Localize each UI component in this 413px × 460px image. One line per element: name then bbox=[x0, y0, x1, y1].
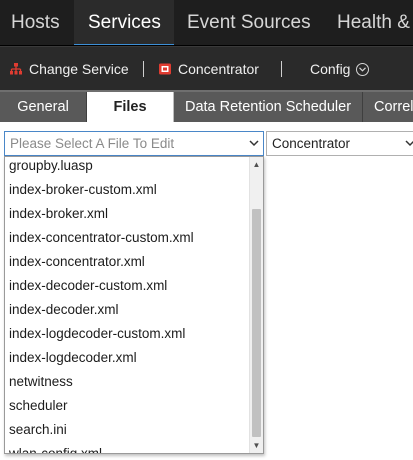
config-menu-button[interactable]: Config bbox=[310, 47, 370, 90]
file-option[interactable]: index-concentrator.xml bbox=[5, 250, 251, 274]
config-label: Config bbox=[310, 61, 351, 77]
service-select-value: Concentrator bbox=[272, 136, 351, 151]
change-service-label: Change Service bbox=[29, 61, 129, 77]
scroll-down-arrow-icon[interactable]: ▼ bbox=[250, 439, 263, 452]
file-option[interactable]: netwitness bbox=[5, 370, 251, 394]
dropdown-scrollbar[interactable]: ▲ ▼ bbox=[249, 157, 263, 453]
file-select[interactable]: Please Select A File To Edit bbox=[4, 131, 264, 156]
file-option[interactable]: index-broker.xml bbox=[5, 202, 251, 226]
file-option[interactable]: index-logdecoder-custom.xml bbox=[5, 322, 251, 346]
nav-hosts[interactable]: Hosts bbox=[0, 0, 74, 45]
scroll-up-arrow-icon[interactable]: ▲ bbox=[250, 158, 263, 171]
top-navigation: Hosts Services Event Sources Health & bbox=[0, 0, 413, 46]
file-option[interactable]: index-logdecoder.xml bbox=[5, 346, 251, 370]
nav-event-sources[interactable]: Event Sources bbox=[174, 0, 324, 45]
chevron-down-icon bbox=[405, 132, 413, 163]
nav-services[interactable]: Services bbox=[74, 0, 174, 45]
file-option[interactable]: wlan-config.xml bbox=[5, 442, 251, 453]
service-toolbar: Change Service Concentrator Config bbox=[0, 46, 413, 90]
hierarchy-icon bbox=[10, 63, 22, 75]
file-option[interactable]: scheduler bbox=[5, 394, 251, 418]
file-option[interactable]: index-decoder-custom.xml bbox=[5, 274, 251, 298]
file-dropdown-list: groupby.luasp index-broker-custom.xml in… bbox=[4, 156, 264, 454]
nav-health[interactable]: Health & bbox=[324, 0, 413, 45]
toolbar-divider bbox=[281, 61, 282, 77]
file-option[interactable]: search.ini bbox=[5, 418, 251, 442]
tab-general[interactable]: General bbox=[0, 92, 87, 122]
chevron-down-icon bbox=[356, 62, 370, 76]
file-option[interactable]: groupby.luasp bbox=[5, 157, 251, 178]
file-options: groupby.luasp index-broker-custom.xml in… bbox=[5, 157, 251, 453]
file-option[interactable]: index-broker-custom.xml bbox=[5, 178, 251, 202]
config-tabs: General Files Data Retention Scheduler C… bbox=[0, 90, 413, 122]
file-select-placeholder: Please Select A File To Edit bbox=[10, 136, 175, 151]
concentrator-service-item[interactable]: Concentrator bbox=[158, 47, 259, 90]
concentrator-label: Concentrator bbox=[178, 61, 259, 77]
scrollbar-thumb[interactable] bbox=[252, 209, 261, 437]
tab-correlation[interactable]: Correl bbox=[363, 92, 413, 122]
tab-data-retention-scheduler[interactable]: Data Retention Scheduler bbox=[174, 92, 363, 122]
tab-files[interactable]: Files bbox=[87, 92, 174, 122]
toolbar-divider bbox=[143, 61, 144, 77]
change-service-button[interactable]: Change Service bbox=[9, 47, 129, 90]
file-option[interactable]: index-concentrator-custom.xml bbox=[5, 226, 251, 250]
file-option[interactable]: index-decoder.xml bbox=[5, 298, 251, 322]
service-select[interactable]: Concentrator bbox=[266, 131, 413, 156]
service-icon bbox=[159, 63, 171, 75]
